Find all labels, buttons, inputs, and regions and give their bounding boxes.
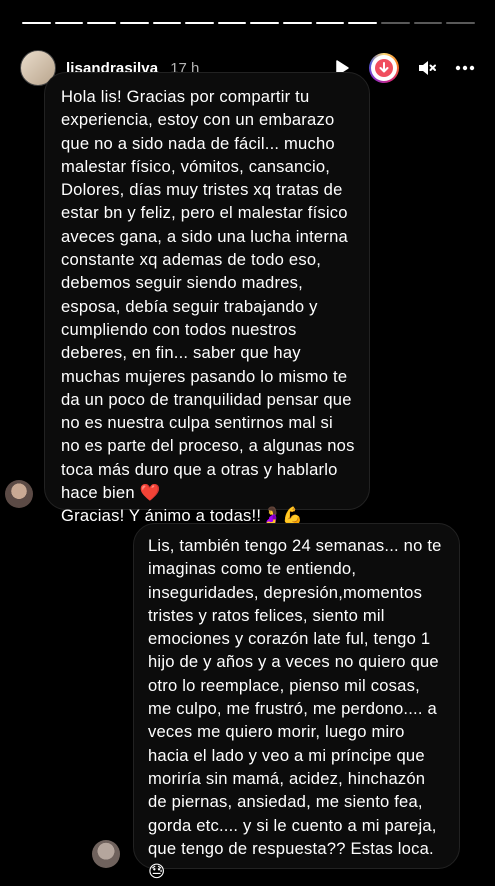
progress-segment xyxy=(119,22,149,24)
more-icon[interactable] xyxy=(455,65,475,71)
reply-avatar xyxy=(92,840,120,868)
progress-segment xyxy=(87,22,116,24)
download-icon[interactable] xyxy=(369,53,399,83)
progress-segment xyxy=(250,22,280,24)
progress-segment xyxy=(315,22,345,24)
progress-segment xyxy=(413,22,443,24)
progress-segment xyxy=(217,22,247,24)
progress-segment xyxy=(446,22,475,24)
progress-segment xyxy=(348,22,378,24)
progress-segment xyxy=(283,22,312,24)
message-bubble-received: Hola lis! Gracias por compartir tu exper… xyxy=(44,72,370,525)
sender-avatar xyxy=(5,480,33,508)
message-bubble-reply: Lis, también tengo 24 semanas... no te i… xyxy=(133,523,460,881)
progress-segment xyxy=(152,22,182,24)
progress-segment xyxy=(381,22,410,24)
mute-icon[interactable] xyxy=(417,59,437,77)
progress-segment xyxy=(54,22,84,24)
story-progress-bar xyxy=(22,22,475,24)
progress-segment xyxy=(22,22,51,24)
progress-segment xyxy=(185,22,214,24)
